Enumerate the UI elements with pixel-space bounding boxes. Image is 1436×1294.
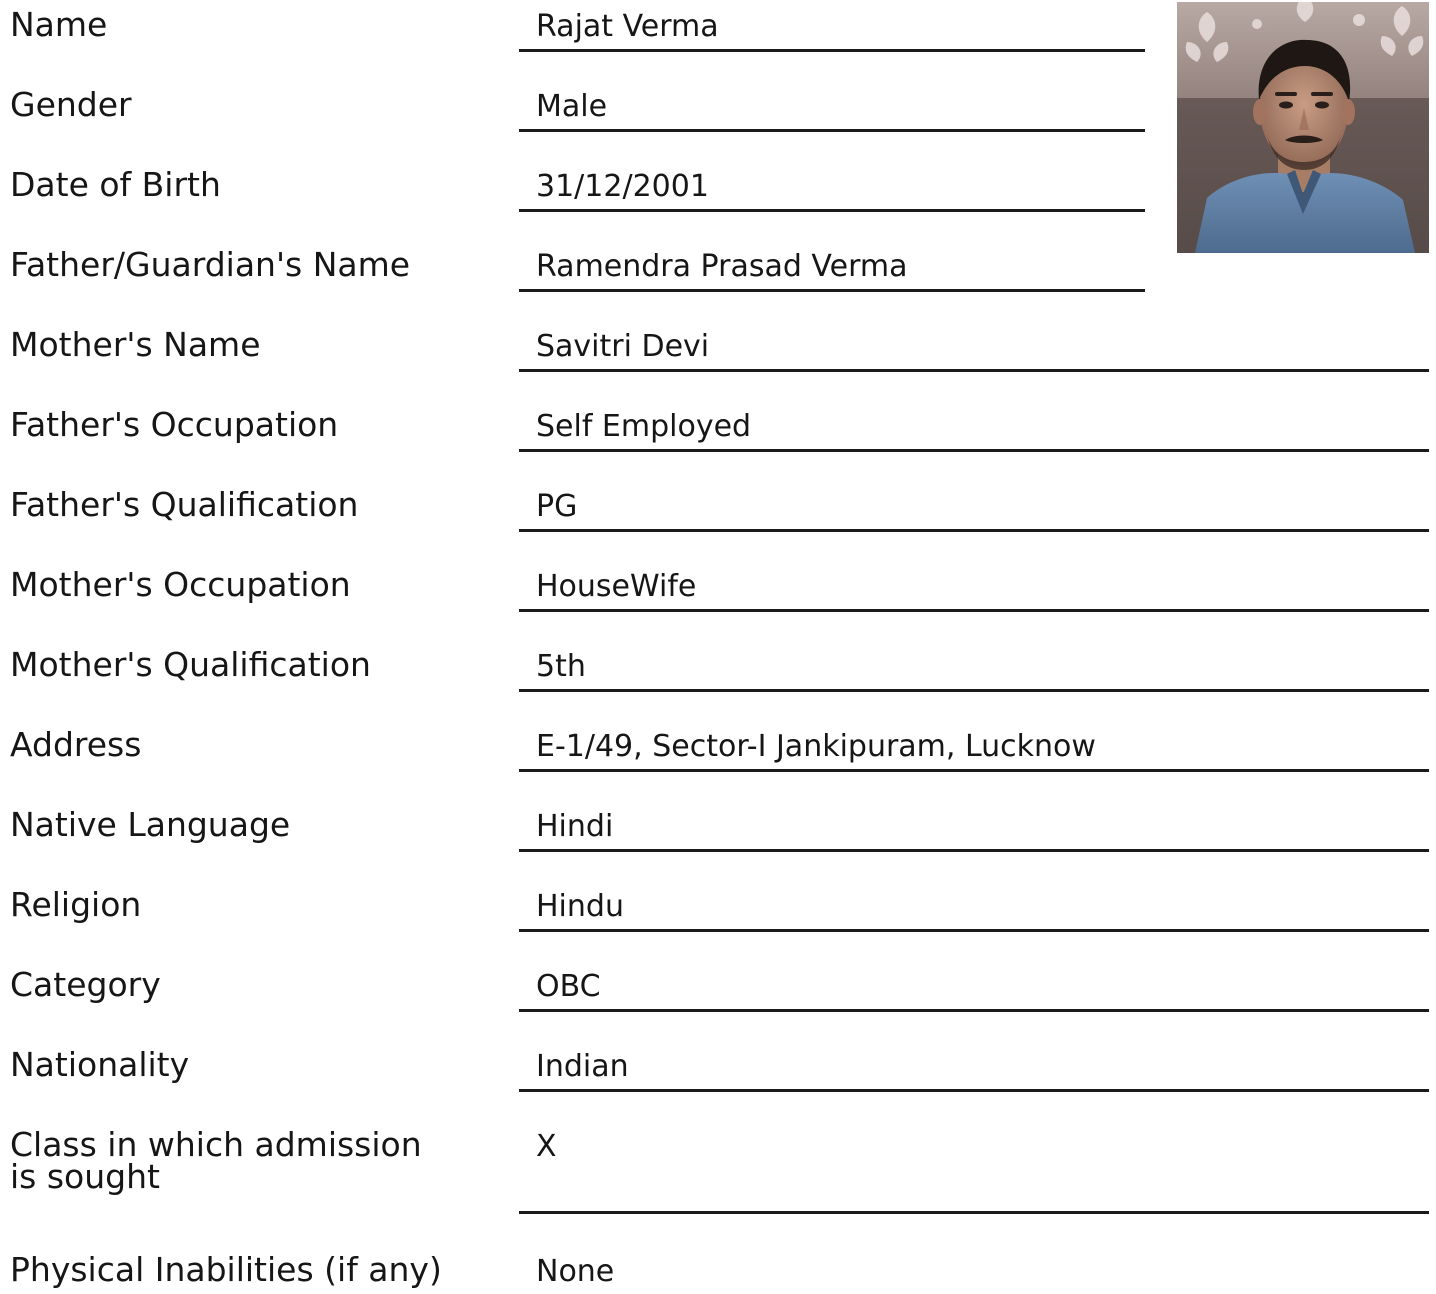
father-occupation-value: Self Employed <box>519 405 1429 452</box>
field-label: Class in which admission is sought <box>10 1125 422 1196</box>
mother-name-value: Savitri Devi <box>519 325 1429 372</box>
category-value: OBC <box>519 965 1429 1012</box>
field-label: Religion <box>10 885 142 924</box>
field-label: Category <box>10 965 161 1004</box>
field-label: Name <box>10 5 108 44</box>
field-label: Father's Occupation <box>10 405 339 444</box>
class-sought-value: X <box>519 1125 1429 1214</box>
mother-qualification-value: 5th <box>519 645 1429 692</box>
field-label: Father's Qualification <box>10 485 359 524</box>
field-label: Native Language <box>10 805 291 844</box>
field-label: Address <box>10 725 142 764</box>
field-label: Mother's Qualification <box>10 645 371 684</box>
address-value: E-1/49, Sector-I Jankipuram, Lucknow <box>519 725 1429 772</box>
admission-form: Name Rajat Verma Gender Male Date of Bir… <box>0 0 1436 1289</box>
gender-value: Male <box>519 85 1145 132</box>
field-label: Mother's Occupation <box>10 565 351 604</box>
applicant-photo <box>1177 2 1429 253</box>
field-label: Father/Guardian's Name <box>10 245 411 284</box>
nationality-value: Indian <box>519 1045 1429 1092</box>
field-label: Mother's Name <box>10 325 261 364</box>
father-qualification-value: PG <box>519 485 1429 532</box>
field-label: Date of Birth <box>10 165 221 204</box>
father-name-value: Ramendra Prasad Verma <box>519 245 1145 292</box>
name-value: Rajat Verma <box>519 5 1145 52</box>
field-label: Gender <box>10 85 132 124</box>
mother-occupation-value: HouseWife <box>519 565 1429 612</box>
field-label: Nationality <box>10 1045 190 1084</box>
dob-value: 31/12/2001 <box>519 165 1145 212</box>
physical-inabilities-value: None <box>536 1254 615 1289</box>
native-language-value: Hindi <box>519 805 1429 852</box>
field-label: Physical Inabilities (if any) <box>10 1250 442 1289</box>
religion-value: Hindu <box>519 885 1429 932</box>
